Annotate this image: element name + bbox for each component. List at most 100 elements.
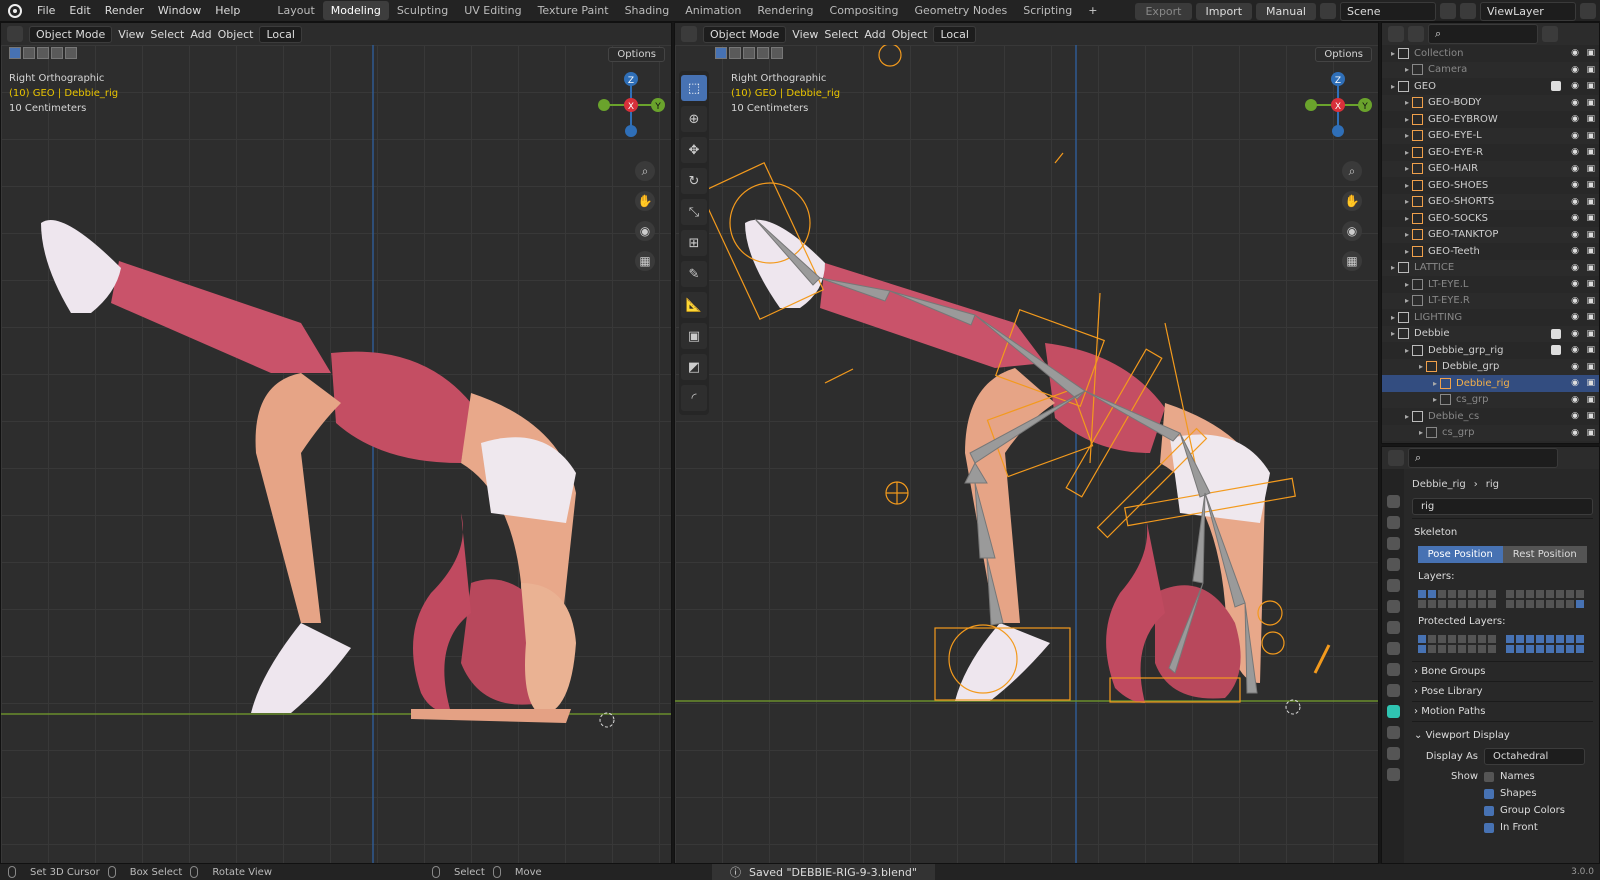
expand-toggle-icon[interactable]: ▸ (1402, 296, 1412, 305)
eye-icon[interactable]: ◉ (1571, 65, 1579, 75)
checkbox[interactable] (1484, 805, 1494, 816)
camera-render-icon[interactable]: ▣ (1586, 246, 1595, 256)
camera-render-icon[interactable]: ▣ (1586, 98, 1595, 108)
render-tab-icon[interactable] (1386, 516, 1400, 529)
camera-view-icon[interactable]: ◉ (1342, 221, 1362, 241)
rest-position-button[interactable]: Rest Position (1502, 546, 1587, 563)
outliner-row[interactable]: ▸ LIGHTING ◉ ▣ (1382, 309, 1599, 326)
expand-toggle-icon[interactable]: ▸ (1402, 164, 1412, 173)
bone-tab-icon[interactable] (1386, 726, 1400, 739)
pose-position-button[interactable]: Pose Position (1418, 546, 1503, 563)
expand-toggle-icon[interactable]: ▸ (1402, 280, 1412, 289)
eye-icon[interactable]: ◉ (1571, 81, 1579, 91)
menu-help[interactable]: Help (208, 1, 247, 20)
editor-type-icon[interactable] (1388, 26, 1404, 42)
tab-texture-paint[interactable]: Texture Paint (530, 1, 617, 20)
checkbox-icon[interactable] (1551, 328, 1561, 339)
texture-tab-icon[interactable] (1386, 768, 1400, 781)
view-menu[interactable]: View (792, 28, 818, 41)
outliner-row[interactable]: ▸ Collection ◉ ▣ (1382, 45, 1599, 62)
collection-tab-icon[interactable] (1386, 621, 1400, 634)
bone-constraint-tab-icon[interactable] (1386, 747, 1400, 760)
measure-tool-icon[interactable]: 📐 (681, 292, 707, 318)
menu-window[interactable]: Window (151, 1, 208, 20)
annotate-tool-icon[interactable]: ✎ (681, 261, 707, 287)
expand-toggle-icon[interactable]: ▸ (1402, 230, 1412, 239)
outliner-row[interactable]: ▸ GEO-EYE-R ◉ ▣ (1382, 144, 1599, 161)
outliner-row[interactable]: ▸ LT-EYE.R ◉ ▣ (1382, 292, 1599, 309)
select-box-tool-icon[interactable]: ⬚ (681, 75, 707, 101)
tab-sculpting[interactable]: Sculpting (389, 1, 456, 20)
eye-icon[interactable]: ◉ (1571, 296, 1579, 306)
viewport-display-header[interactable]: Viewport Display (1426, 730, 1510, 741)
tool-tab-icon[interactable] (1386, 495, 1400, 508)
camera-render-icon[interactable]: ▣ (1586, 395, 1595, 405)
outliner-search-input[interactable]: ⌕ (1428, 24, 1538, 44)
eye-icon[interactable]: ◉ (1571, 213, 1579, 223)
outliner-row[interactable]: ▸ Debbie_rig ◉ ▣ (1382, 375, 1599, 392)
navigation-gizmo[interactable]: Z X Y (598, 72, 665, 137)
checkbox[interactable] (1484, 822, 1494, 833)
pan-hand-icon[interactable]: ✋ (1342, 191, 1362, 211)
expand-toggle-icon[interactable]: ▸ (1402, 98, 1412, 107)
motion-paths-panel[interactable]: › Motion Paths (1412, 701, 1593, 721)
skeleton-panel-header[interactable]: Skeleton (1414, 523, 1591, 542)
mode-dropdown[interactable]: Object Mode (29, 25, 113, 43)
eye-icon[interactable]: ◉ (1571, 263, 1579, 273)
tab-modeling[interactable]: Modeling (322, 1, 389, 20)
output-tab-icon[interactable] (1386, 537, 1400, 550)
camera-render-icon[interactable]: ▣ (1586, 428, 1595, 438)
eye-icon[interactable]: ◉ (1571, 164, 1579, 174)
eye-icon[interactable]: ◉ (1571, 279, 1579, 289)
outliner-row[interactable]: ▸ Debbie_grp_rig ◉ ▣ (1382, 342, 1599, 359)
camera-render-icon[interactable]: ▣ (1586, 197, 1595, 207)
outliner-row[interactable]: ▸ GEO-EYBROW ◉ ▣ (1382, 111, 1599, 128)
camera-render-icon[interactable]: ▣ (1586, 362, 1595, 372)
armature-data-tab-icon[interactable] (1386, 705, 1400, 718)
ortho-grid-icon[interactable]: ▦ (1342, 251, 1362, 271)
select-mode-buttons[interactable] (715, 47, 783, 59)
expand-toggle-icon[interactable]: ▸ (1388, 82, 1398, 91)
mode-dropdown[interactable]: Object Mode (703, 25, 787, 43)
expand-toggle-icon[interactable]: ▸ (1402, 197, 1412, 206)
expand-toggle-icon[interactable]: ▸ (1402, 412, 1412, 421)
rotate-tool-icon[interactable]: ↻ (681, 168, 707, 194)
camera-render-icon[interactable]: ▣ (1586, 48, 1595, 58)
bone-groups-header[interactable]: Bone Groups (1421, 666, 1485, 677)
checkbox-icon[interactable] (1551, 345, 1561, 356)
pan-hand-icon[interactable]: ✋ (635, 191, 655, 211)
expand-toggle-icon[interactable]: ▸ (1402, 346, 1412, 355)
expand-toggle-icon[interactable]: ▸ (1430, 395, 1440, 404)
eye-icon[interactable]: ◉ (1571, 411, 1579, 421)
menu-render[interactable]: Render (98, 1, 151, 20)
tab-animation[interactable]: Animation (677, 1, 749, 20)
outliner-row[interactable]: ▸ Debbie_grp ◉ ▣ (1382, 358, 1599, 375)
camera-render-icon[interactable]: ▣ (1586, 279, 1595, 289)
armature-data-name-field[interactable]: rig (1412, 498, 1593, 515)
outliner-row[interactable]: ▸ Camera ◉ ▣ (1382, 61, 1599, 78)
eye-icon[interactable]: ◉ (1571, 378, 1579, 388)
world-tab-icon[interactable] (1386, 600, 1400, 613)
transform-tool-icon[interactable]: ⊞ (681, 230, 707, 256)
outliner-row[interactable]: ▸ GEO-TANKTOP ◉ ▣ (1382, 226, 1599, 243)
expand-toggle-icon[interactable]: ▸ (1402, 214, 1412, 223)
camera-render-icon[interactable]: ▣ (1586, 65, 1595, 75)
camera-render-icon[interactable]: ▣ (1586, 329, 1595, 339)
properties-search-input[interactable]: ⌕ (1408, 448, 1558, 468)
scene-tab-icon[interactable] (1386, 579, 1400, 592)
view-menu[interactable]: View (118, 28, 144, 41)
display-mode-icon[interactable] (1408, 26, 1424, 42)
menu-file[interactable]: File (30, 1, 62, 20)
outliner-row[interactable]: ▸ GEO-Teeth ◉ ▣ (1382, 243, 1599, 260)
options-button[interactable]: Options (1315, 47, 1372, 62)
expand-toggle-icon[interactable]: ▸ (1402, 181, 1412, 190)
expand-toggle-icon[interactable]: ▸ (1402, 115, 1412, 124)
object-tab-icon[interactable] (1386, 642, 1400, 655)
outliner-row[interactable]: ▸ GEO-EYE-L ◉ ▣ (1382, 127, 1599, 144)
viewport-left[interactable]: Object Mode View Select Add Object Local… (0, 22, 672, 864)
motion-paths-header[interactable]: Motion Paths (1421, 706, 1485, 717)
eye-icon[interactable]: ◉ (1571, 395, 1579, 405)
camera-render-icon[interactable]: ▣ (1586, 147, 1595, 157)
outliner-row[interactable]: ▸ GEO-HAIR ◉ ▣ (1382, 160, 1599, 177)
import-button[interactable]: Import (1195, 2, 1253, 20)
